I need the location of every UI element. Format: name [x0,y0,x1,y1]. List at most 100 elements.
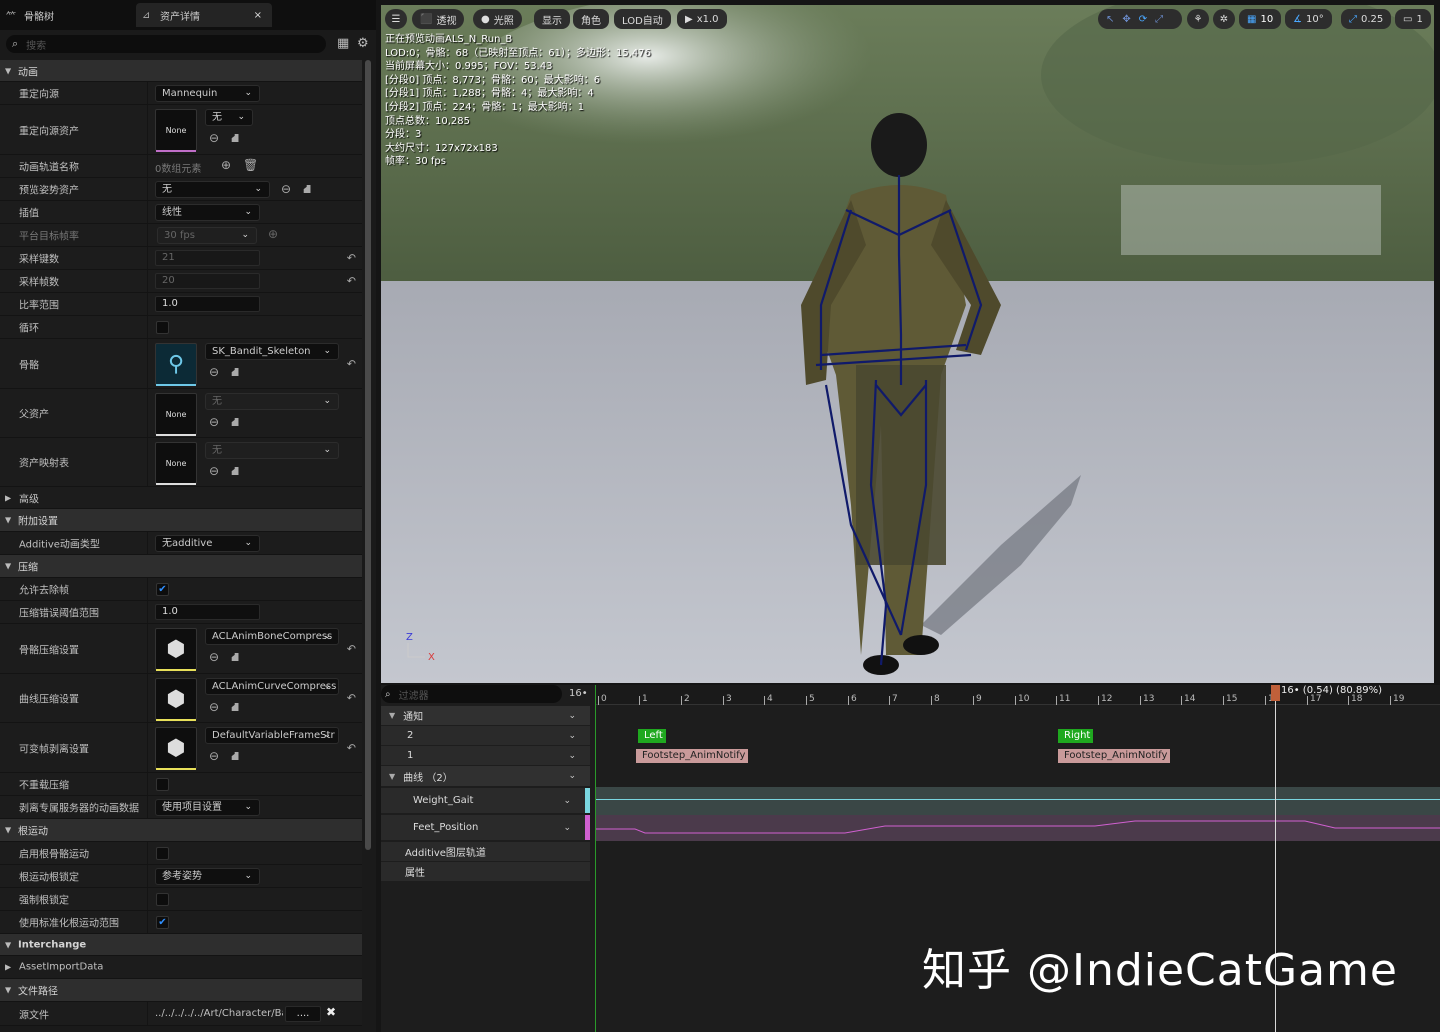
add-element-icon[interactable]: ⊕ [221,158,231,172]
perspective-button[interactable]: ⬛ 透视 [412,9,465,29]
cube-thumbnail[interactable]: ⬢ [155,727,197,770]
normalized-root-checkbox[interactable]: ✔ [156,916,169,929]
interpolation-dropdown[interactable]: 线性 ⌄ [155,204,260,221]
reset-arrow-icon[interactable]: ↶ [347,357,356,370]
grid-snap-button[interactable]: ▦ 10 [1239,9,1282,29]
browse-icon[interactable]: ⛘ [231,131,239,147]
use-selected-icon[interactable]: ⊖ [209,749,219,763]
browse-icon[interactable]: ⛘ [231,415,239,431]
use-selected-icon[interactable]: ⊖ [209,131,219,145]
browse-icon[interactable]: ⛘ [231,464,239,480]
compress-error-field[interactable]: 1.0 [155,604,260,620]
timeline-filter-input[interactable]: ⌕ 过滤器 [381,685,562,703]
cube-thumbnail[interactable]: ⬢ [155,678,197,721]
reset-arrow-icon[interactable]: ↶ [347,275,356,288]
show-button[interactable]: 显示 [534,9,570,29]
browse-file-button[interactable]: .... [285,1006,321,1022]
lod-button[interactable]: LOD自动 [614,9,671,29]
use-selected-icon[interactable]: ⊖ [281,182,291,196]
scrollbar[interactable] [365,60,371,850]
notify-right[interactable]: Right [1058,729,1094,743]
browse-icon[interactable]: ⛘ [231,749,239,765]
skeleton-thumbnail[interactable]: ⚲ [155,343,197,386]
character-button[interactable]: 角色 [573,9,609,29]
close-icon[interactable]: × [254,10,262,21]
use-selected-icon[interactable]: ⊖ [209,464,219,478]
rate-scale-field[interactable]: 1.0 [155,296,260,312]
notify-footstep-2[interactable]: Footstep_AnimNotify [1058,749,1171,763]
notify-footstep-1[interactable]: Footstep_AnimNotify [636,749,749,763]
weight-gait-lane[interactable] [595,787,1440,815]
notify-left[interactable]: Left [638,729,666,743]
curve-compress-dropdown[interactable]: ACLAnimCurveCompress ⌄ [205,678,339,695]
reset-arrow-icon[interactable]: ↶ [347,252,356,265]
clear-x-icon[interactable]: ✖ [326,1005,336,1019]
viewport-menu-button[interactable]: ☰ [385,9,407,29]
retarget-asset-dropdown[interactable]: 无 ⌄ [205,109,253,126]
table-view-icon[interactable]: ▦ [337,36,349,51]
preview-pose-dropdown[interactable]: 无 ⌄ [155,181,270,198]
track-additive-layer[interactable]: Additive图层轨道 [381,842,590,861]
asset-thumbnail[interactable]: None [155,109,197,152]
category-asset-import[interactable]: ▶ AssetImportData [0,956,362,979]
use-selected-icon[interactable]: ⊖ [209,700,219,714]
force-root-lock-checkbox[interactable] [156,893,169,906]
bone-compress-dropdown[interactable]: ACLAnimBoneCompress ⌄ [205,628,339,645]
feet-position-lane[interactable] [595,815,1440,841]
asset-map-dropdown[interactable]: 无 ⌄ [205,442,339,459]
track-attributes[interactable]: 属性 [381,862,590,881]
reset-arrow-icon[interactable]: ↶ [347,741,356,754]
category-compression[interactable]: ▼ 压缩 [0,555,362,578]
track-notify[interactable]: ▼ 通知 ⌄ [381,706,590,725]
track-feet-position[interactable]: Feet_Position ⌄ [381,815,585,840]
category-advanced[interactable]: ▶ 高级 [0,487,362,509]
reset-arrow-icon[interactable]: ↶ [347,642,356,655]
allow-frame-strip-checkbox[interactable]: ✔ [156,583,169,596]
search-input[interactable]: ⌕ 搜索 [6,35,326,53]
scale-snap-button[interactable]: ⤢ 0.25 [1341,9,1392,29]
loop-checkbox[interactable] [156,321,169,334]
category-animation[interactable]: ▼ 动画 [0,60,362,82]
dedicated-server-dropdown[interactable]: 使用项目设置 ⌄ [155,799,260,816]
category-file-path[interactable]: ▼ 文件路径 [0,979,362,1002]
track-curves[interactable]: ▼ 曲线 （2） ⌄ [381,766,590,786]
reset-arrow-icon[interactable]: ↶ [347,692,356,705]
track-notify-1[interactable]: 1 ⌄ [381,746,590,765]
browse-icon[interactable]: ⛘ [231,365,239,381]
category-root-motion[interactable]: ▼ 根运动 [0,819,362,842]
no-recompress-checkbox[interactable] [156,778,169,791]
browse-icon[interactable]: ⛘ [303,182,311,198]
surface-snap-button[interactable]: ⚘ [1187,9,1209,29]
browse-icon[interactable]: ⛘ [231,650,239,666]
track-notify-2[interactable]: 2 ⌄ [381,726,590,745]
category-interchange[interactable]: ▼ Interchange [0,934,362,956]
category-additive[interactable]: ▼ 附加设置 [0,509,362,532]
asset-thumbnail[interactable]: None [155,442,197,485]
parent-asset-dropdown[interactable]: 无 ⌄ [205,393,339,410]
root-lock-dropdown[interactable]: 参考姿势 ⌄ [155,868,260,885]
cube-thumbnail[interactable]: ⬢ [155,628,197,671]
browse-icon[interactable]: ⛘ [231,700,239,716]
play-rate-button[interactable]: ▶ x1.0 [677,9,727,29]
enable-root-checkbox[interactable] [156,847,169,860]
additive-type-dropdown[interactable]: 无additive ⌄ [155,535,260,552]
tab-asset-details[interactable]: ⊿ 资产详情 × [136,3,272,27]
use-selected-icon[interactable]: ⊖ [209,365,219,379]
transform-tools[interactable]: ↖ ✥ ⟳ ⤢ [1098,9,1182,29]
camera-speed-button[interactable]: ▭ 1 [1395,9,1431,29]
viewport[interactable]: Z X ☰ ⬛ 透视 ● 光照 显示 角色 LOD自动 ▶ x1.0 ↖ ✥ ⟳ ⤢ ⚘ ✲… [381,5,1434,683]
track-weight-gait[interactable]: Weight_Gait ⌄ [381,788,585,813]
angle-snap-button[interactable]: ∡ 10° [1285,9,1332,29]
tab-skeleton-tree[interactable]: ⺮骨骼树 [0,3,132,27]
var-frame-strip-dropdown[interactable]: DefaultVariableFrameStr ⌄ [205,727,339,744]
skeleton-dropdown[interactable]: SK_Bandit_Skeleton ⌄ [205,343,339,360]
use-selected-icon[interactable]: ⊖ [209,415,219,429]
retarget-source-dropdown[interactable]: Mannequin ⌄ [155,85,260,102]
lit-button[interactable]: ● 光照 [473,9,522,29]
asset-thumbnail[interactable]: None [155,393,197,436]
settings-gear-icon[interactable]: ⚙ [357,36,369,51]
use-selected-icon[interactable]: ⊖ [209,650,219,664]
world-local-button[interactable]: ✲ [1213,9,1235,29]
trash-icon[interactable]: 🗑 [243,158,258,172]
playhead-handle[interactable] [1271,685,1280,701]
